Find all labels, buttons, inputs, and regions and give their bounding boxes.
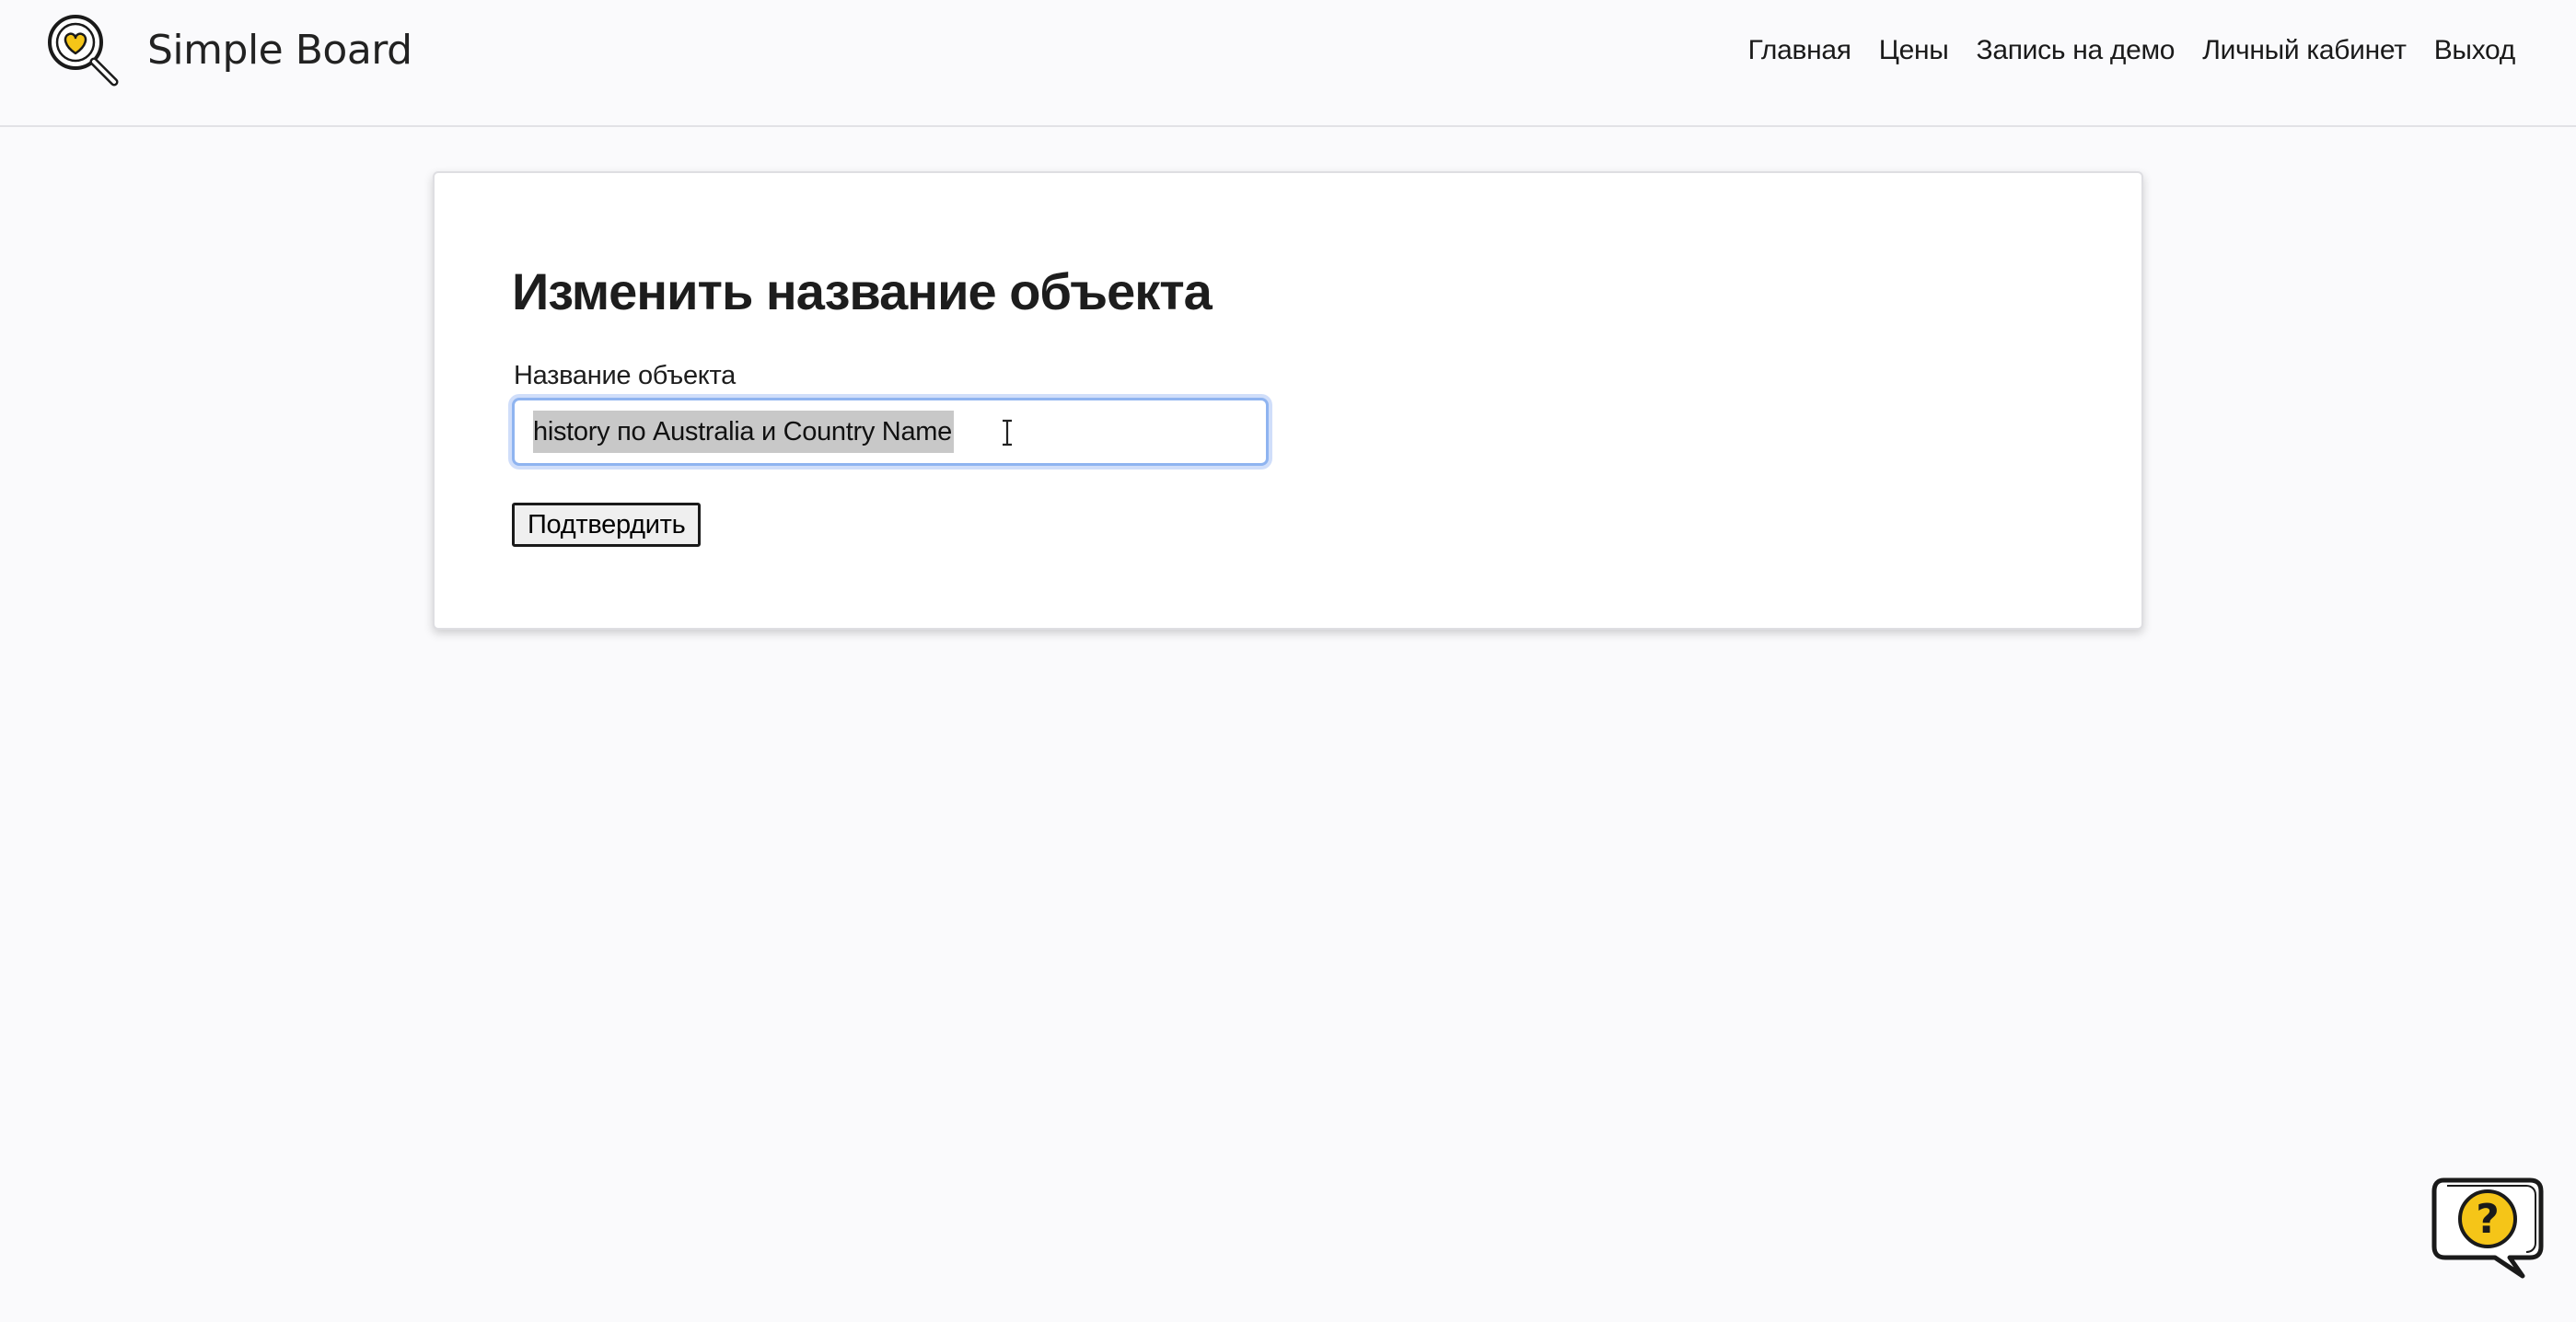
help-bubble-icon[interactable]: ? [2431,1177,2545,1280]
top-navbar: Simple Board Главная Цены Запись на демо… [0,0,2576,127]
page-title: Изменить название объекта [512,262,1213,320]
confirm-button[interactable]: Подтвердить [512,503,702,547]
magnifier-heart-icon [48,15,119,87]
brand-name: Simple Board [147,26,412,74]
rename-object-card: Изменить название объекта Название объек… [433,171,2143,630]
nav-link-home[interactable]: Главная [1748,28,1851,74]
nav-link-prices[interactable]: Цены [1879,28,1949,74]
nav-links: Главная Цены Запись на демо Личный кабин… [1748,28,2516,74]
object-name-input-wrapper[interactable]: history по Australia и Country Name [512,398,1269,466]
brand-link[interactable]: Simple Board [44,11,412,88]
nav-link-logout[interactable]: Выход [2434,28,2516,74]
nav-link-account[interactable]: Личный кабинет [2202,28,2407,74]
nav-link-demo[interactable]: Запись на демо [1977,28,2176,74]
object-name-label: Название объекта [514,361,736,390]
help-symbol: ? [2476,1196,2500,1243]
text-cursor-icon [1003,419,1012,446]
object-name-input[interactable] [515,400,1266,463]
